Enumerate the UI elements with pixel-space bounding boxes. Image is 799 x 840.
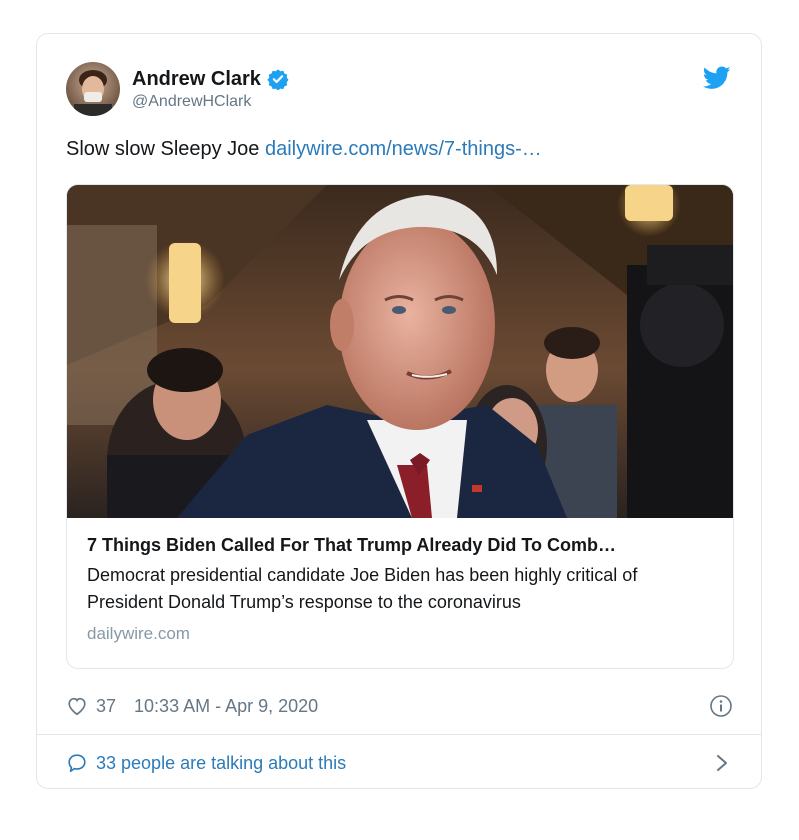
timestamp[interactable]: 10:33 AM - Apr 9, 2020: [134, 696, 318, 717]
verified-badge-icon: [267, 69, 289, 90]
twitter-bird-icon[interactable]: [703, 66, 731, 90]
tweet-header: Andrew Clark @AndrewHClark: [66, 62, 733, 118]
heart-icon[interactable]: [66, 695, 88, 717]
tweet-link[interactable]: dailywire.com/news/7-things-…: [265, 138, 542, 160]
handle[interactable]: @AndrewHClark: [132, 93, 289, 111]
tweet-body-text: Slow slow Sleepy Joe: [66, 138, 265, 160]
tweet-embed: Andrew Clark @AndrewHClark Slow slow Sle…: [36, 33, 762, 789]
tweet-text: Slow slow Sleepy Joe dailywire.com/news/…: [66, 138, 542, 161]
card-title: 7 Things Biden Called For That Trump Alr…: [87, 535, 617, 555]
talking-count[interactable]: 33 people are talking about this: [96, 753, 346, 774]
conversation-link[interactable]: 33 people are talking about this: [66, 748, 733, 778]
card-domain: dailywire.com: [87, 624, 190, 643]
like-count[interactable]: 37: [96, 696, 116, 717]
link-preview-card[interactable]: 7 Things Biden Called For That Trump Alr…: [66, 184, 734, 669]
card-image: [67, 185, 733, 518]
tweet-meta: 37 10:33 AM - Apr 9, 2020: [66, 692, 733, 720]
avatar[interactable]: [66, 62, 120, 116]
display-name[interactable]: Andrew Clark: [132, 68, 261, 91]
divider: [37, 734, 761, 735]
chevron-right-icon[interactable]: [715, 753, 729, 773]
comment-bubble-icon: [68, 754, 86, 773]
card-description: Democrat presidential candidate Joe Bide…: [87, 565, 638, 612]
card-body: 7 Things Biden Called For That Trump Alr…: [87, 533, 715, 644]
info-icon[interactable]: [709, 694, 733, 718]
author-info[interactable]: Andrew Clark @AndrewHClark: [132, 66, 289, 111]
